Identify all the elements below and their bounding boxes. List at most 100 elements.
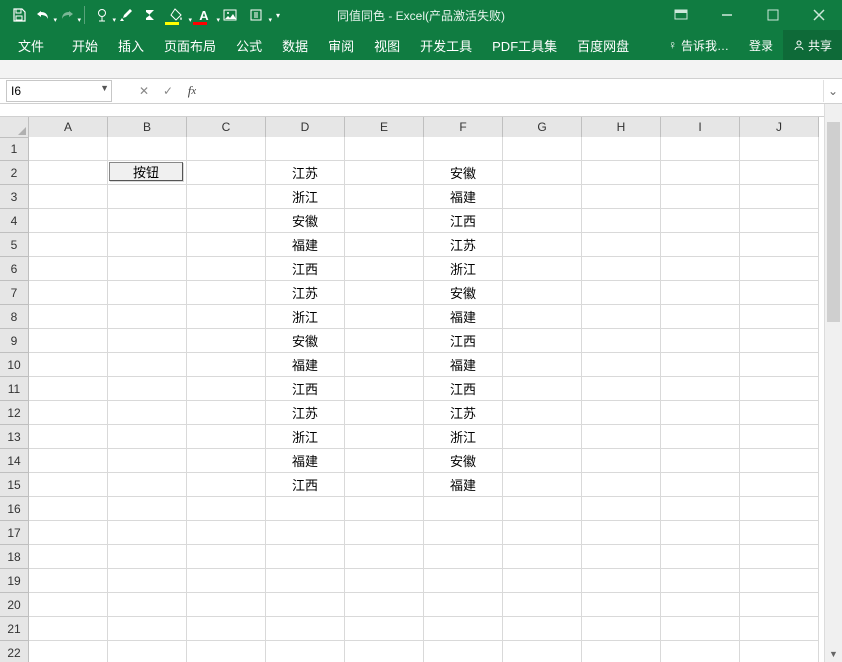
cell[interactable]: 安徽: [424, 449, 503, 473]
cell[interactable]: [740, 185, 819, 209]
cell[interactable]: [187, 473, 266, 497]
row-header[interactable]: 19: [0, 569, 29, 593]
cell[interactable]: [582, 137, 661, 161]
form-button[interactable]: 按钮: [109, 162, 183, 181]
cell[interactable]: [29, 593, 108, 617]
cell[interactable]: [345, 209, 424, 233]
cell[interactable]: [740, 497, 819, 521]
cell[interactable]: [345, 545, 424, 569]
cell[interactable]: [187, 593, 266, 617]
cell[interactable]: [503, 449, 582, 473]
cell[interactable]: [661, 449, 740, 473]
picture-icon[interactable]: [219, 4, 241, 26]
cell[interactable]: [582, 305, 661, 329]
cell[interactable]: [187, 449, 266, 473]
cell[interactable]: [108, 641, 187, 662]
tab-PDF工具集[interactable]: PDF工具集: [482, 30, 567, 60]
cell[interactable]: [29, 617, 108, 641]
cell[interactable]: [661, 137, 740, 161]
cell[interactable]: [740, 473, 819, 497]
cell[interactable]: [740, 281, 819, 305]
row-header[interactable]: 14: [0, 449, 29, 473]
cell[interactable]: [503, 545, 582, 569]
row-header[interactable]: 22: [0, 641, 29, 662]
row-header[interactable]: 12: [0, 401, 29, 425]
cell[interactable]: [187, 545, 266, 569]
cell[interactable]: [345, 161, 424, 185]
cell[interactable]: [582, 473, 661, 497]
cell[interactable]: [266, 545, 345, 569]
brush-icon[interactable]: [115, 4, 137, 26]
cell[interactable]: 江西: [424, 209, 503, 233]
cell[interactable]: 江苏: [266, 281, 345, 305]
cell[interactable]: [345, 233, 424, 257]
formula-input[interactable]: [204, 80, 819, 102]
cell[interactable]: [266, 593, 345, 617]
cell[interactable]: [503, 281, 582, 305]
cell[interactable]: 按钮: [108, 161, 187, 185]
cell[interactable]: [187, 281, 266, 305]
row-header[interactable]: 8: [0, 305, 29, 329]
row-header[interactable]: 16: [0, 497, 29, 521]
cell[interactable]: [661, 473, 740, 497]
col-header[interactable]: A: [29, 117, 108, 138]
cell[interactable]: [503, 257, 582, 281]
cell[interactable]: [503, 401, 582, 425]
cell[interactable]: 浙江: [266, 185, 345, 209]
scroll-down-icon[interactable]: ▼: [825, 645, 842, 662]
cell[interactable]: [187, 569, 266, 593]
cell[interactable]: [29, 185, 108, 209]
cell[interactable]: [108, 401, 187, 425]
enter-formula-icon[interactable]: ✓: [156, 80, 180, 102]
cell[interactable]: [29, 641, 108, 662]
cell[interactable]: [503, 305, 582, 329]
minimize-icon[interactable]: [704, 0, 750, 30]
cell[interactable]: 福建: [424, 473, 503, 497]
row-header[interactable]: 7: [0, 281, 29, 305]
cell[interactable]: [740, 617, 819, 641]
cell[interactable]: 浙江: [266, 305, 345, 329]
redo-icon[interactable]: ▾: [56, 4, 78, 26]
cell[interactable]: 江西: [424, 377, 503, 401]
cell[interactable]: [582, 569, 661, 593]
col-header[interactable]: D: [266, 117, 345, 138]
macros-icon[interactable]: ▾: [243, 4, 269, 26]
col-header[interactable]: J: [740, 117, 819, 138]
touch-mode-icon[interactable]: ▾: [91, 4, 113, 26]
cell[interactable]: 安徽: [266, 209, 345, 233]
row-header[interactable]: 10: [0, 353, 29, 377]
cancel-formula-icon[interactable]: ✕: [132, 80, 156, 102]
cell[interactable]: 安徽: [424, 161, 503, 185]
cell[interactable]: [345, 641, 424, 662]
cell[interactable]: [582, 449, 661, 473]
row-header[interactable]: 11: [0, 377, 29, 401]
cell[interactable]: [345, 569, 424, 593]
cell[interactable]: [740, 305, 819, 329]
cell[interactable]: [582, 425, 661, 449]
cell[interactable]: [740, 641, 819, 662]
cell[interactable]: [503, 137, 582, 161]
cell[interactable]: [345, 449, 424, 473]
cell[interactable]: [503, 161, 582, 185]
cell[interactable]: [661, 521, 740, 545]
cell[interactable]: 江西: [266, 257, 345, 281]
cell[interactable]: 福建: [266, 353, 345, 377]
cell[interactable]: 江苏: [424, 233, 503, 257]
cell[interactable]: [345, 281, 424, 305]
cell[interactable]: [503, 617, 582, 641]
autosum-icon[interactable]: [139, 4, 161, 26]
cell[interactable]: [187, 425, 266, 449]
cell[interactable]: 安徽: [266, 329, 345, 353]
cell[interactable]: [424, 569, 503, 593]
cell[interactable]: [108, 233, 187, 257]
row-header[interactable]: 9: [0, 329, 29, 353]
cell[interactable]: [503, 425, 582, 449]
cell[interactable]: [661, 593, 740, 617]
share-button[interactable]: 共享: [783, 30, 842, 60]
cell[interactable]: [29, 281, 108, 305]
tab-页面布局[interactable]: 页面布局: [154, 30, 226, 60]
col-header[interactable]: G: [503, 117, 582, 138]
cell[interactable]: 江西: [266, 473, 345, 497]
cell[interactable]: [187, 185, 266, 209]
cell[interactable]: [29, 449, 108, 473]
